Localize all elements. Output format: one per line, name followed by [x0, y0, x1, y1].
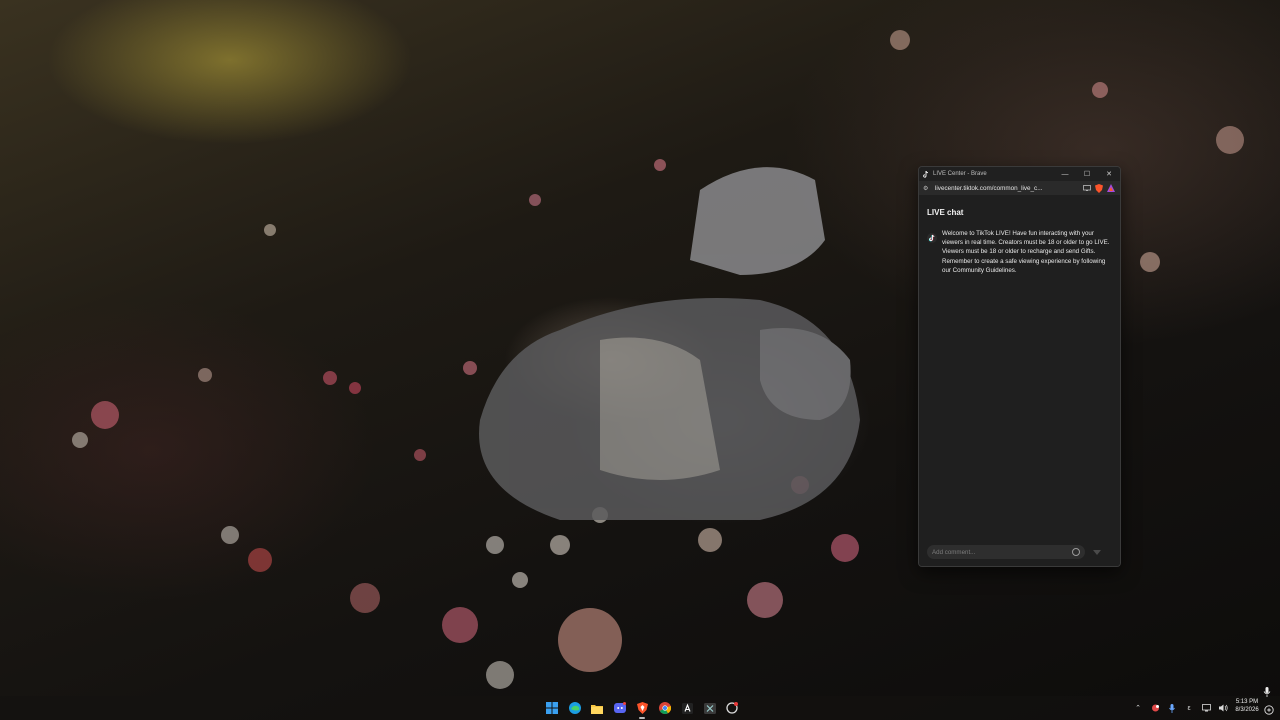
discord-icon[interactable] — [612, 700, 628, 716]
welcome-message: Welcome to TikTok LIVE! Have fun interac… — [919, 217, 1120, 275]
maximize-button[interactable]: ☐ — [1076, 167, 1098, 181]
cast-icon[interactable] — [1082, 183, 1092, 193]
microphone-icon[interactable] — [1167, 703, 1177, 713]
brave-shields-icon[interactable] — [1094, 183, 1104, 193]
notification-center-icon[interactable] — [1264, 702, 1274, 720]
comment-input[interactable]: Add comment... — [927, 545, 1085, 559]
browser-window[interactable]: LIVE Center - Brave — ☐ ✕ ⚙ livecenter.t… — [918, 166, 1121, 567]
windows-start-icon[interactable] — [544, 700, 560, 716]
tiktok-logo-icon — [927, 230, 937, 243]
taskbar: ⌃ ε 5:13 PM 8/3/2026 — [0, 696, 1280, 720]
clock-time: 5:13 PM — [1235, 699, 1259, 705]
live-chat-heading: LIVE chat — [927, 208, 964, 217]
volume-icon[interactable] — [1218, 703, 1228, 713]
chrome-icon[interactable] — [657, 700, 673, 716]
brave-rewards-icon[interactable] — [1106, 183, 1116, 193]
minimize-button[interactable]: — — [1054, 167, 1076, 181]
excel-icon[interactable] — [702, 700, 718, 716]
chevron-up-icon[interactable]: ⌃ — [1133, 703, 1143, 713]
tiktok-icon — [923, 170, 929, 178]
site-settings-icon[interactable]: ⚙ — [923, 185, 931, 192]
close-button[interactable]: ✕ — [1098, 167, 1120, 181]
notion-icon[interactable] — [679, 700, 695, 716]
address-bar[interactable]: ⚙ livecenter.tiktok.com/common_live_c... — [919, 181, 1120, 195]
microphone-indicator-icon[interactable] — [1263, 684, 1271, 697]
send-icon[interactable] — [1093, 549, 1101, 555]
taskbar-apps — [544, 700, 747, 719]
antivirus-tray-icon[interactable] — [1150, 703, 1160, 713]
brave-icon[interactable] — [634, 700, 650, 719]
network-icon[interactable] — [1201, 703, 1211, 713]
title-bar[interactable]: LIVE Center - Brave — ☐ ✕ — [919, 167, 1120, 181]
taskbar-clock[interactable]: 5:13 PM 8/3/2026 — [1232, 698, 1262, 714]
clock-date: 8/3/2026 — [1235, 707, 1259, 713]
comment-placeholder: Add comment... — [932, 548, 976, 556]
welcome-message-text: Welcome to TikTok LIVE! Have fun interac… — [942, 230, 1110, 274]
file-explorer-icon[interactable] — [589, 700, 605, 716]
window-title: LIVE Center - Brave — [933, 171, 987, 177]
system-tray: ⌃ ε — [1133, 700, 1235, 716]
emoji-icon[interactable] — [1072, 548, 1080, 556]
edge-icon[interactable] — [567, 700, 583, 716]
live-chat-panel: LIVE chat Welcome to TikTok LIVE! Have f… — [919, 195, 1120, 566]
capcut-icon[interactable] — [724, 700, 740, 716]
keyboard-layout-icon[interactable]: ε — [1184, 703, 1194, 713]
url-text[interactable]: livecenter.tiktok.com/common_live_c... — [935, 185, 1080, 192]
comment-bar: Add comment... — [927, 545, 1101, 559]
